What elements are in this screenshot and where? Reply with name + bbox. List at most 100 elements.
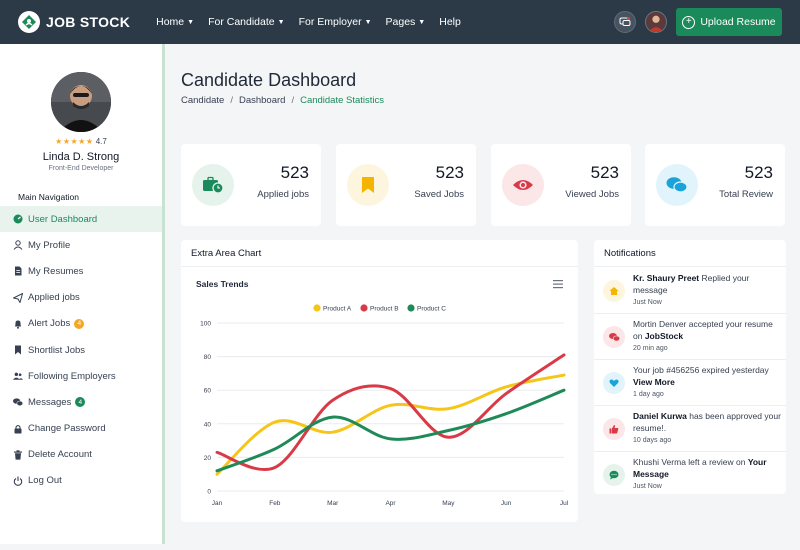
stat-label: Total Review [719, 189, 773, 200]
chat-icon [619, 17, 631, 26]
notification-item[interactable]: Kr. Shaury Preet Replied your message Jus… [594, 268, 786, 314]
trash-icon [13, 450, 23, 460]
sidebar-item-label: Shortlist Jobs [28, 344, 86, 356]
chart-menu-icon[interactable] [553, 280, 563, 289]
brand-logo[interactable]: JOB STOCK [18, 11, 130, 33]
notification-text: Kr. Shaury Preet Replied your message Jus… [633, 273, 781, 309]
notification-item[interactable]: Your job #456256 expired yesterday View … [594, 360, 786, 406]
plus-icon: + [682, 15, 696, 29]
sidebar-item-my-resumes[interactable]: My Resumes [0, 258, 162, 284]
notification-item[interactable]: Daniel Kurwa has been approved your resu… [594, 406, 786, 452]
profile-rating: ★★★★★ 4.7 [0, 137, 162, 146]
profile-role: Front-End Developer [48, 165, 114, 172]
sidebar-item-delete-account[interactable]: Delete Account [0, 442, 162, 468]
notification-time: 20 min ago [633, 345, 668, 352]
sales-trends-chart: Sales Trends Product A Product B Product C… [196, 279, 569, 507]
stat-value: 523 [590, 163, 619, 182]
stat-value: 523 [435, 163, 464, 182]
notification-text: Your job #456256 expired yesterday View … [633, 365, 781, 401]
sidebar-item-label: My Profile [28, 239, 71, 251]
chart-legend: Product A Product B Product C [313, 304, 446, 313]
y-tick-label: 0 [207, 489, 211, 496]
x-tick-label: May [442, 500, 455, 507]
x-tick-label: Feb [269, 500, 281, 507]
sidebar-item-my-profile[interactable]: My Profile [0, 232, 162, 258]
message-icon [603, 464, 625, 486]
sidebar-item-alert-jobs[interactable]: Alert Jobs 4 [0, 311, 162, 337]
sidebar-item-following-employers[interactable]: Following Employers [0, 363, 162, 389]
chevron-down-icon: ▼ [187, 18, 195, 26]
notification-text: Daniel Kurwa has been approved your resu… [633, 411, 781, 447]
y-tick-label: 40 [204, 421, 212, 428]
breadcrumb-link[interactable]: Dashboard [239, 95, 285, 106]
rating-value: 4.7 [95, 137, 107, 146]
top-navbar: JOB STOCK Home ▼ For Candidate ▼ For Emplo… [0, 0, 800, 44]
chart-panel-title: Extra Area Chart [181, 240, 578, 267]
x-axis: Jan Feb Mar Apr May Jun Jul [212, 500, 569, 507]
alert-count-badge: 4 [74, 318, 85, 329]
home-icon [603, 280, 625, 302]
notifications-panel: Notifications Kr. Shaury Preet Replied y… [594, 240, 786, 494]
sidebar-item-messages[interactable]: Messages 4 [0, 389, 162, 415]
series-line [215, 388, 566, 473]
x-tick-label: Jan [212, 500, 223, 507]
comments-icon [13, 397, 23, 407]
nav-pages[interactable]: Pages ▼ [386, 16, 426, 28]
messages-button[interactable] [614, 11, 636, 33]
chart-grid [217, 322, 564, 492]
bookmark-icon [13, 345, 23, 355]
legend-marker [407, 304, 415, 312]
sidebar-item-user-dashboard[interactable]: User Dashboard [0, 206, 162, 233]
sidebar-item-label: Following Employers [28, 370, 116, 382]
logo-icon [18, 11, 40, 33]
breadcrumb-link[interactable]: Candidate [181, 95, 224, 106]
stat-label: Applied jobs [257, 189, 309, 200]
user-avatar-button[interactable] [645, 11, 667, 33]
document-icon [13, 266, 23, 276]
y-tick-label: 20 [204, 455, 212, 462]
x-tick-label: Mar [327, 500, 339, 507]
chart-panel: Extra Area Chart Sales Trends Product AP… [181, 240, 578, 522]
nav-help[interactable]: Help [439, 16, 461, 28]
notification-time: 10 days ago [633, 437, 672, 444]
x-tick-label: Apr [385, 500, 396, 507]
paper-plane-icon [13, 292, 23, 303]
breadcrumb: Candidate / Dashboard / Candidate Statis… [181, 95, 384, 106]
sidebar: ★★★★★ 4.7 Linda D. Strong Front-End Deve… [0, 44, 165, 544]
comments-icon [603, 326, 625, 348]
star-rating-icon: ★★★★★ [55, 137, 94, 146]
stat-card-viewed-jobs: 523 Viewed Jobs [491, 144, 631, 226]
nav-label: Home [156, 16, 185, 28]
legend-label[interactable]: Product C [417, 306, 446, 313]
legend-label[interactable]: Product B [370, 306, 399, 313]
notification-time: Just Now [633, 299, 662, 306]
nav-for-candidate[interactable]: For Candidate ▼ [208, 16, 284, 28]
sidebar-item-log-out[interactable]: Log Out [0, 468, 162, 494]
chevron-down-icon: ▼ [364, 18, 372, 26]
comments-icon [656, 164, 698, 206]
y-axis: 0 20 40 60 80 100 [200, 321, 211, 496]
sidebar-item-label: Applied jobs [28, 292, 80, 304]
profile-avatar [51, 72, 111, 132]
sidebar-item-label: Alert Jobs [28, 318, 71, 330]
notification-time: Just Now [633, 483, 662, 490]
thumbs-up-icon [603, 418, 625, 440]
dashboard-icon [13, 214, 23, 224]
sidebar-item-change-password[interactable]: Change Password [0, 416, 162, 442]
bookmark-icon [347, 164, 389, 206]
stat-label: Viewed Jobs [565, 189, 619, 200]
sidebar-item-shortlist-jobs[interactable]: Shortlist Jobs [0, 337, 162, 363]
notification-item[interactable]: Khushi Verma left a review on Your Messa… [594, 452, 786, 494]
brand-name: JOB STOCK [46, 14, 131, 30]
upload-resume-button[interactable]: + Upload Resume [676, 8, 782, 36]
sidebar-item-applied-jobs[interactable]: Applied jobs [0, 285, 162, 311]
legend-label[interactable]: Product A [323, 306, 352, 313]
nav-home[interactable]: Home ▼ [156, 16, 194, 28]
breadcrumb-separator: / [291, 95, 295, 106]
nav-for-employer[interactable]: For Employer ▼ [299, 16, 372, 28]
notification-item[interactable]: Mortin Denver accepted your resume on Jo… [594, 314, 786, 360]
notification-text: Mortin Denver accepted your resume on Jo… [633, 319, 781, 355]
upload-label: Upload Resume [700, 16, 776, 28]
y-tick-label: 60 [204, 388, 212, 395]
stat-card-total-review: 523 Total Review [645, 144, 785, 226]
